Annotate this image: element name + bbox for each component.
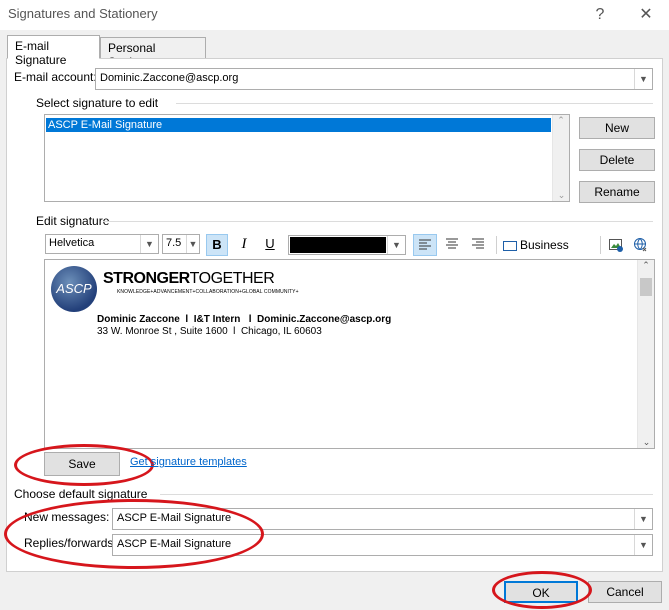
signature-line-1: Dominic Zaccone l I&T Intern l Dominic.Z… <box>97 314 392 325</box>
align-left-button[interactable] <box>413 234 437 256</box>
email-account-label: E-mail account: <box>14 70 97 84</box>
signature-tagline: STRONGERTOGETHER <box>103 270 275 288</box>
group-divider <box>103 221 653 222</box>
listbox-scrollbar[interactable]: ⌃ ⌄ <box>552 115 569 201</box>
underline-button[interactable]: U <box>259 234 281 256</box>
align-left-icon <box>419 239 431 250</box>
business-card-icon <box>503 240 517 251</box>
insert-picture-button[interactable] <box>605 234 627 256</box>
font-family-dropdown[interactable]: Helvetica ▼ <box>45 234 159 254</box>
font-size-value: 7.5 <box>166 237 182 249</box>
new-button[interactable]: New <box>579 117 655 139</box>
scroll-down-icon[interactable]: ⌄ <box>638 437 655 448</box>
toolbar-separator <box>496 236 497 254</box>
window-title: Signatures and Stationery <box>8 6 158 21</box>
chevron-down-icon: ▼ <box>634 509 652 529</box>
scroll-up-icon[interactable]: ⌃ <box>638 260 654 271</box>
ascp-logo: ASCP <box>51 266 97 312</box>
chevron-down-icon: ▼ <box>186 235 199 253</box>
font-color-swatch <box>290 237 386 253</box>
group-divider <box>160 494 653 495</box>
chevron-down-icon: ▼ <box>387 236 405 254</box>
close-button[interactable]: ✕ <box>634 4 658 26</box>
toolbar-separator <box>600 236 601 254</box>
picture-icon <box>609 239 623 252</box>
chevron-down-icon: ▼ <box>140 235 158 253</box>
annotation-circle-defaults <box>4 499 264 569</box>
signature-subtagline: KNOWLEDGE+ADVANCEMENT+COLLABORATION+GLOB… <box>117 289 299 295</box>
annotation-circle-ok <box>492 571 592 609</box>
italic-button[interactable]: I <box>233 234 255 256</box>
scroll-thumb[interactable] <box>640 278 652 296</box>
email-account-value: Dominic.Zaccone@ascp.org <box>100 72 239 84</box>
rename-button[interactable]: Rename <box>579 181 655 203</box>
get-templates-link[interactable]: Get signature templates <box>130 456 247 468</box>
scroll-up-icon[interactable]: ⌃ <box>553 115 569 126</box>
align-right-button[interactable] <box>466 234 490 256</box>
scroll-down-icon[interactable]: ⌄ <box>553 190 570 201</box>
align-center-icon <box>446 238 458 249</box>
align-center-button[interactable] <box>440 234 464 256</box>
font-size-dropdown[interactable]: 7.5 ▼ <box>162 234 200 254</box>
group-divider <box>176 103 653 104</box>
insert-hyperlink-button[interactable] <box>630 234 652 256</box>
cancel-button[interactable]: Cancel <box>588 581 662 603</box>
font-family-value: Helvetica <box>49 237 95 249</box>
tagline-bold: STRONGER <box>103 270 190 287</box>
email-account-dropdown[interactable]: Dominic.Zaccone@ascp.org ▼ <box>95 68 653 90</box>
font-color-dropdown[interactable]: ▼ <box>288 235 406 255</box>
bold-button[interactable]: B <box>206 234 228 256</box>
align-right-icon <box>472 238 484 249</box>
tagline-light: TOGETHER <box>189 270 275 287</box>
signature-editor[interactable]: ASCP STRONGERTOGETHER KNOWLEDGE+ADVANCEM… <box>44 259 655 449</box>
chevron-down-icon: ▼ <box>634 69 652 89</box>
signature-listbox[interactable]: ASCP E-Mail Signature ⌃ ⌄ <box>44 114 570 202</box>
tab-personal-stationery[interactable]: Personal Stationery <box>100 37 206 69</box>
business-card-button[interactable]: Business Card <box>503 235 595 272</box>
help-button[interactable]: ? <box>588 4 612 26</box>
tab-email-signature[interactable]: E-mail Signature <box>7 35 100 67</box>
chevron-down-icon: ▼ <box>634 535 652 555</box>
select-signature-label: Select signature to edit <box>36 96 159 110</box>
delete-button[interactable]: Delete <box>579 149 655 171</box>
editor-scrollbar[interactable]: ⌃ ⌄ <box>637 260 654 448</box>
hyperlink-icon <box>634 238 647 252</box>
edit-signature-label: Edit signature <box>36 214 110 228</box>
signature-list-item[interactable]: ASCP E-Mail Signature <box>46 118 551 132</box>
signature-line-2: 33 W. Monroe St , Suite 1600 l Chicago, … <box>97 326 322 337</box>
